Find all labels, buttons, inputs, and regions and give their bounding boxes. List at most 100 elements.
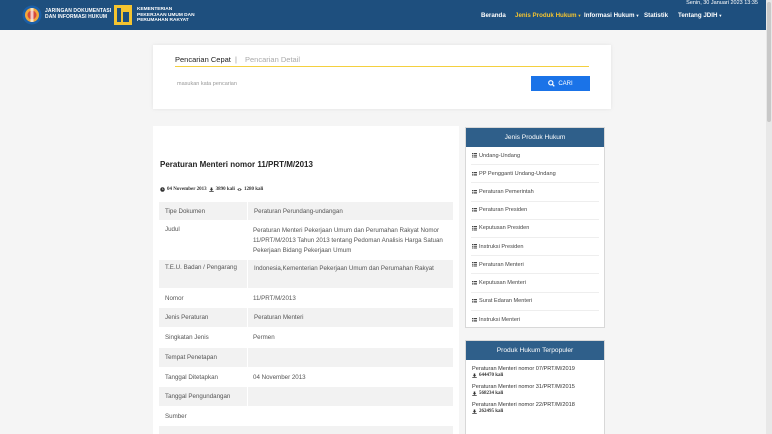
list-icon	[472, 153, 477, 158]
row-value	[247, 348, 453, 367]
kementerian-logo-text: KEMENTERIAN PEKERJAAN UMUM DAN PERUMAHAN…	[137, 7, 195, 24]
sidebar-item-label: Surat Edaran Menteri	[479, 298, 533, 305]
sidebar-item-peraturan-menteri[interactable]: Peraturan Menteri	[471, 256, 599, 275]
product-types-heading: Jenis Produk Hukum	[466, 128, 604, 147]
sidebar-item-label: Keputusan Menteri	[479, 279, 526, 286]
product-types-panel: Jenis Produk Hukum Undang-Undang PP Pengg…	[465, 127, 605, 328]
table-row: Tanggal Ditetapkan 04 November 2013	[159, 368, 453, 387]
sidebar-item-undang-undang[interactable]: Undang-Undang	[471, 147, 599, 166]
row-value: Permen	[253, 334, 275, 341]
download-icon	[472, 373, 477, 378]
popular-product-item[interactable]: Peraturan Menteri nomor 22/PRT/M/2018 262…	[472, 401, 598, 414]
jdih-logo-text: JARINGAN DOKUMENTASI DAN INFORMASI HUKUM	[45, 8, 111, 20]
nav-tentang-jdih[interactable]: Tentang JDIH▼	[678, 12, 722, 19]
row-value: Indonesia,Kementerian Pekerjaan Umum dan…	[247, 260, 453, 288]
row-value: 04 November 2013	[253, 374, 306, 381]
list-icon	[472, 189, 477, 195]
popular-product-item[interactable]: Peraturan Menteri nomor 07/PRT/M/2019 644…	[472, 365, 598, 378]
popular-product-title[interactable]: Peraturan Menteri nomor 22/PRT/M/2018	[472, 401, 598, 409]
popular-products-list: Peraturan Menteri nomor 07/PRT/M/2019 644…	[466, 360, 604, 414]
row-key: Tipe Dokumen	[165, 208, 206, 215]
popular-product-downloads: 262495 kali	[472, 409, 598, 414]
popular-product-downloads: 644470 kali	[472, 373, 598, 378]
nav-jenis-label: Jenis Produk Hukum	[515, 12, 577, 19]
list-icon	[472, 262, 477, 267]
sidebar-item-peraturan-presiden[interactable]: Peraturan Presiden	[471, 202, 599, 220]
table-row: Nomor 11/PRT/M/2013	[159, 289, 453, 308]
popular-product-downloads: 568234 kali	[472, 391, 598, 396]
table-row: Tempat Penetapan	[159, 348, 453, 368]
document-detail: Peraturan Menteri nomor 11/PRT/M/2013 04…	[153, 126, 459, 434]
list-icon	[472, 171, 477, 177]
search-button-label: CARI	[558, 80, 573, 87]
sidebar-item-label: Peraturan Presiden	[479, 207, 528, 214]
caret-down-icon: ▼	[718, 12, 723, 18]
sidebar-item-surat-edaran-menteri[interactable]: Surat Edaran Menteri	[471, 293, 599, 311]
tab-pencarian-cepat[interactable]: Pencarian Cepat	[175, 55, 231, 64]
download-count: 568234 kali	[479, 391, 504, 396]
table-row: Tanggal Pengundangan	[159, 387, 453, 407]
jdih-logo[interactable]	[22, 5, 42, 25]
sidebar-item-instruksi-presiden[interactable]: Instruksi Presiden	[471, 238, 599, 257]
table-row: Sumber	[159, 407, 453, 426]
download-count: 3890 kali	[215, 187, 235, 192]
logo1-line-2: DAN INFORMASI HUKUM	[45, 14, 108, 20]
document-meta: 04 November 2013 3890 kali 1280 kali	[160, 187, 263, 192]
search-button[interactable]: CARI	[531, 76, 590, 91]
row-key: Nomor	[165, 295, 184, 302]
nav-jenis-produk-hukum[interactable]: Jenis Produk Hukum▼	[515, 12, 582, 19]
page-scrollbar[interactable]	[766, 0, 772, 434]
eye-icon	[237, 188, 242, 191]
sidebar-item-label: Undang-Undang	[479, 152, 521, 159]
view-count: 1280 kali	[243, 187, 264, 192]
scrollbar-thumb[interactable]	[767, 2, 771, 122]
table-row: Judul Peraturan Menteri Pekerjaan Umum d…	[159, 221, 453, 260]
sidebar-item-label: Instruksi Presiden	[479, 243, 524, 250]
popular-product-item[interactable]: Peraturan Menteri nomor 31/PRT/M/2015 568…	[472, 383, 598, 396]
download-icon	[472, 409, 477, 414]
table-row: Tipe Dokumen Peraturan Perundang-undanga…	[159, 202, 453, 221]
row-value: 11/PRT/M/2013	[253, 295, 296, 302]
nav-beranda[interactable]: Beranda	[481, 12, 506, 19]
sidebar-item-label: Instruksi Menteri	[479, 316, 521, 323]
nav-informasi-hukum[interactable]: Informasi Hukum▼	[584, 12, 640, 19]
clock-icon	[160, 187, 165, 192]
current-date: Senin, 30 Januari 2023 13:35	[686, 0, 758, 6]
table-row: Jenis Peraturan Peraturan Menteri	[159, 308, 453, 328]
sidebar-item-label: Peraturan Pemerintah	[479, 188, 534, 195]
row-key: Singkatan Jenis	[165, 334, 209, 341]
download-icon	[472, 391, 477, 396]
kementerian-pupr-logo[interactable]	[113, 4, 133, 26]
row-key: Judul	[165, 226, 180, 233]
popular-product-title[interactable]: Peraturan Menteri nomor 31/PRT/M/2015	[472, 383, 598, 391]
product-types-list: Undang-Undang PP Pengganti Undang-Undang P…	[466, 147, 604, 329]
row-key: Tanggal Ditetapkan	[165, 374, 218, 381]
list-icon	[472, 298, 477, 304]
sidebar-item-keputusan-menteri[interactable]: Keputusan Menteri	[471, 274, 599, 293]
sidebar-item-pp-pengganti-undang-undang[interactable]: PP Pengganti Undang-Undang	[471, 165, 599, 184]
popular-products-heading: Produk Hukum Terpopuler	[466, 341, 604, 360]
list-icon	[472, 317, 477, 323]
download-count: 644470 kali	[479, 373, 504, 378]
tab-pencarian-detail[interactable]: Pencarian Detail	[245, 55, 300, 64]
sidebar-item-keputusan-presiden[interactable]: Keputusan Presiden	[471, 220, 599, 238]
table-row: T.E.U. Badan / Pengarang Indonesia,Kemen…	[159, 260, 453, 289]
sidebar-item-instruksi-menteri[interactable]: Instruksi Menteri	[471, 311, 599, 329]
nav-statistik[interactable]: Statistik	[644, 12, 668, 19]
list-icon	[472, 226, 477, 231]
sidebar-item-label: Keputusan Presiden	[479, 225, 530, 232]
row-key: Tanggal Pengundangan	[165, 393, 231, 400]
search-input[interactable]	[177, 77, 507, 90]
row-value: Peraturan Menteri	[247, 308, 453, 327]
download-count: 262495 kali	[479, 409, 504, 414]
document-date: 04 November 2013	[167, 187, 207, 192]
top-navbar: JARINGAN DOKUMENTASI DAN INFORMASI HUKUM…	[0, 0, 766, 30]
list-icon	[472, 280, 477, 286]
sidebar-item-peraturan-pemerintah[interactable]: Peraturan Pemerintah	[471, 183, 599, 202]
popular-product-title[interactable]: Peraturan Menteri nomor 07/PRT/M/2019	[472, 365, 598, 373]
row-value	[247, 387, 453, 406]
sidebar-item-label: Peraturan Menteri	[479, 261, 524, 268]
row-key: Jenis Peraturan	[165, 314, 209, 321]
row-value: Peraturan Menteri Pekerjaan Umum dan Per…	[253, 227, 443, 254]
list-icon	[472, 244, 477, 249]
